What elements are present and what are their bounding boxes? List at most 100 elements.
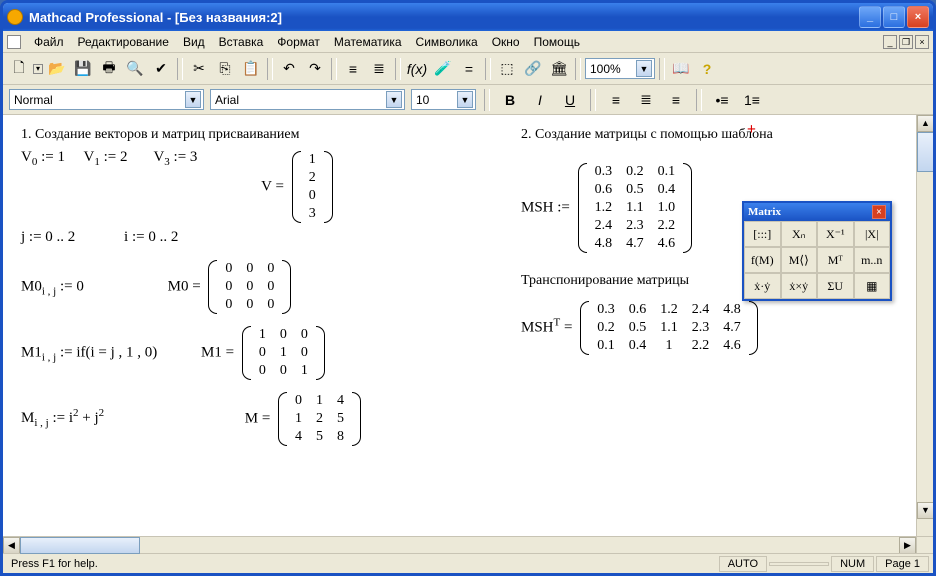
hscroll-thumb[interactable] xyxy=(20,537,140,554)
new-button[interactable]: 🗋 xyxy=(7,57,31,81)
menubar: Файл Редактирование Вид Вставка Формат М… xyxy=(3,31,933,53)
toolbar-format: Normal ▼ Arial ▼ 10 ▼ B I U ≡ ≣ ≡ •≡ 1≡ xyxy=(3,85,933,115)
copy-button[interactable]: ⎘ xyxy=(213,57,237,81)
mdi-minimize-button[interactable]: _ xyxy=(883,35,897,49)
menu-window[interactable]: Окно xyxy=(485,33,527,51)
mdi-restore-button[interactable]: ❐ xyxy=(899,35,913,49)
section-heading-2: 2. Создание матрицы с помощью шаблона xyxy=(521,127,781,143)
cursor-crosshair-icon: + xyxy=(747,121,756,139)
chevron-down-icon[interactable]: ▼ xyxy=(636,60,652,77)
scroll-corner xyxy=(916,537,933,553)
palette-button-4[interactable]: f(M) xyxy=(744,247,781,273)
cut-button[interactable]: ✂ xyxy=(187,57,211,81)
status-auto: AUTO xyxy=(719,556,767,572)
help-button[interactable]: ? xyxy=(695,57,719,81)
italic-button[interactable]: I xyxy=(528,88,552,112)
mdi-doc-icon[interactable] xyxy=(7,35,21,49)
vertical-scrollbar[interactable]: ▲ ▼ xyxy=(916,115,933,536)
underline-button[interactable]: U xyxy=(558,88,582,112)
statusbar: Press F1 for help. AUTO NUM Page 1 xyxy=(3,553,933,573)
palette-button-8[interactable]: ẋ·ẏ xyxy=(744,273,781,299)
align-left-button[interactable]: ≡ xyxy=(604,88,628,112)
minimize-button[interactable]: _ xyxy=(859,6,881,28)
palette-button-2[interactable]: X⁻¹ xyxy=(817,221,854,247)
font-combo[interactable]: Arial ▼ xyxy=(210,89,405,110)
scroll-left-button[interactable]: ◀ xyxy=(3,537,20,554)
window-title: Mathcad Professional - [Без названия:2] xyxy=(29,10,859,25)
palette-button-10[interactable]: ΣU xyxy=(817,273,854,299)
paste-button[interactable]: 📋 xyxy=(239,57,263,81)
print-preview-button[interactable]: 🔍 xyxy=(123,57,147,81)
status-blank xyxy=(769,562,829,566)
redo-button[interactable]: ↷ xyxy=(303,57,327,81)
menu-insert[interactable]: Вставка xyxy=(212,33,271,51)
app-icon xyxy=(7,9,23,25)
status-num: NUM xyxy=(831,556,874,572)
resource-center-button[interactable]: 📖 xyxy=(669,57,693,81)
menu-format[interactable]: Формат xyxy=(270,33,327,51)
component-button[interactable]: ⬚ xyxy=(495,57,519,81)
palette-button-1[interactable]: Xₙ xyxy=(781,221,818,247)
menu-help[interactable]: Помощь xyxy=(527,33,587,51)
chevron-down-icon[interactable]: ▼ xyxy=(386,91,402,108)
matrix-M0: 000000000 xyxy=(208,260,291,314)
section-heading-1: 1. Создание векторов и матриц присваиван… xyxy=(21,127,481,143)
bold-button[interactable]: B xyxy=(498,88,522,112)
menu-file[interactable]: Файл xyxy=(27,33,71,51)
palette-button-0[interactable]: [:::] xyxy=(744,221,781,247)
workspace: + 1. Создание векторов и матриц присваив… xyxy=(3,115,933,536)
palette-close-button[interactable]: × xyxy=(872,205,886,219)
menu-edit[interactable]: Редактирование xyxy=(71,33,176,51)
style-combo[interactable]: Normal ▼ xyxy=(9,89,204,110)
hyperlink-button[interactable]: 🔗 xyxy=(521,57,545,81)
fontsize-combo[interactable]: 10 ▼ xyxy=(411,89,476,110)
toolbar-standard: 🗋 ▾ 📂 💾 🖶 🔍 ✔ ✂ ⎘ 📋 ↶ ↷ ≡ ≣ f(x) 🧪 = ⬚ 🔗… xyxy=(3,53,933,85)
new-dropdown[interactable]: ▾ xyxy=(33,64,43,74)
horizontal-scrollbar[interactable]: ◀ ▶ xyxy=(3,536,933,553)
chevron-down-icon[interactable]: ▼ xyxy=(185,91,201,108)
maximize-button[interactable]: □ xyxy=(883,6,905,28)
matrix-MSH: 0.30.20.10.60.50.41.21.11.02.42.32.24.84… xyxy=(578,163,693,253)
close-button[interactable]: × xyxy=(907,6,929,28)
fontsize-value: 10 xyxy=(416,93,457,107)
mdi-close-button[interactable]: × xyxy=(915,35,929,49)
scroll-thumb[interactable] xyxy=(917,132,933,172)
fx-button[interactable]: f(x) xyxy=(405,57,429,81)
status-page: Page 1 xyxy=(876,556,929,572)
palette-button-9[interactable]: ẋ×ẏ xyxy=(781,273,818,299)
calc-button[interactable]: = xyxy=(457,57,481,81)
document[interactable]: + 1. Создание векторов и матриц присваив… xyxy=(3,115,916,536)
titlebar[interactable]: Mathcad Professional - [Без названия:2] … xyxy=(3,3,933,31)
save-button[interactable]: 💾 xyxy=(71,57,95,81)
print-button[interactable]: 🖶 xyxy=(97,57,121,81)
palette-button-11[interactable]: ▦ xyxy=(854,273,891,299)
matrix-palette[interactable]: Matrix × [:::]XₙX⁻¹|X|f(M)M⟨⟩Mᵀm..nẋ·ẏx… xyxy=(742,201,892,301)
scroll-right-button[interactable]: ▶ xyxy=(899,537,916,554)
menu-math[interactable]: Математика xyxy=(327,33,409,51)
spellcheck-button[interactable]: ✔ xyxy=(149,57,173,81)
scroll-up-button[interactable]: ▲ xyxy=(917,115,933,132)
scroll-down-button[interactable]: ▼ xyxy=(917,502,933,519)
matrix-M1: 100010001 xyxy=(242,326,325,380)
align-center-button[interactable]: ≣ xyxy=(634,88,658,112)
open-button[interactable]: 📂 xyxy=(45,57,69,81)
numbering-button[interactable]: 1≡ xyxy=(740,88,764,112)
app-window: Mathcad Professional - [Без названия:2] … xyxy=(0,0,936,576)
align-button[interactable]: ≡ xyxy=(341,57,365,81)
palette-title[interactable]: Matrix × xyxy=(744,203,890,221)
component2-button[interactable]: 🏛 xyxy=(547,57,571,81)
unit-button[interactable]: 🧪 xyxy=(431,57,455,81)
menu-view[interactable]: Вид xyxy=(176,33,212,51)
undo-button[interactable]: ↶ xyxy=(277,57,301,81)
zoom-combo[interactable]: 100% ▼ xyxy=(585,58,655,79)
palette-button-5[interactable]: M⟨⟩ xyxy=(781,247,818,273)
palette-button-7[interactable]: m..n xyxy=(854,247,891,273)
palette-button-3[interactable]: |X| xyxy=(854,221,891,247)
zoom-value: 100% xyxy=(590,62,636,76)
chevron-down-icon[interactable]: ▼ xyxy=(457,91,473,108)
menu-symbolic[interactable]: Символика xyxy=(409,33,485,51)
align2-button[interactable]: ≣ xyxy=(367,57,391,81)
align-right-button[interactable]: ≡ xyxy=(664,88,688,112)
bullets-button[interactable]: •≡ xyxy=(710,88,734,112)
palette-button-6[interactable]: Mᵀ xyxy=(817,247,854,273)
